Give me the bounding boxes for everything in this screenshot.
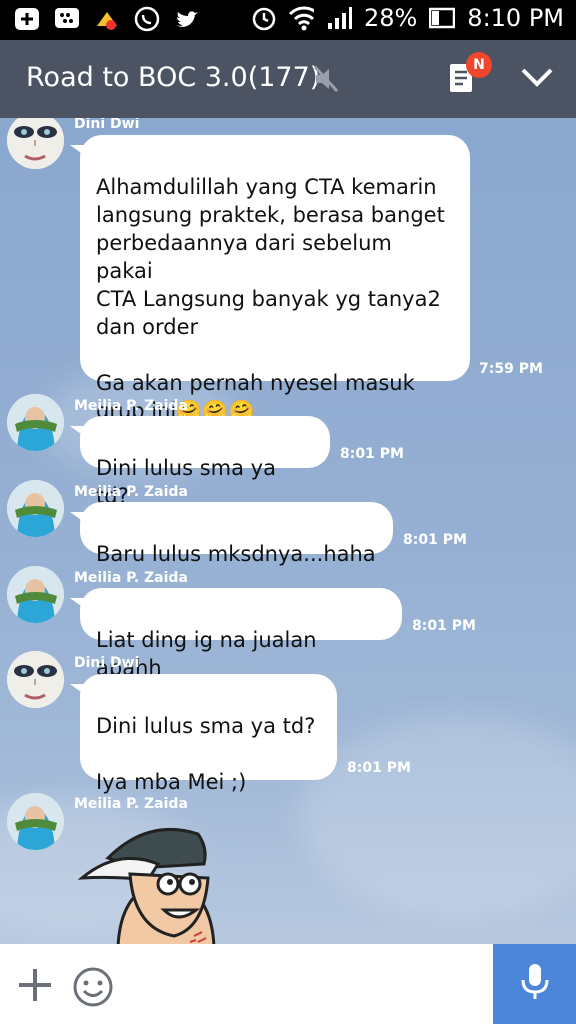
avatar-meilia-p-zaida[interactable] [7, 394, 64, 451]
avatar-meilia-p-zaida[interactable] [7, 566, 64, 623]
sender-name: Meilia P. Zaida [74, 398, 188, 414]
message-time: 8:01 PM [347, 760, 411, 776]
sender-name: Meilia P. Zaida [74, 796, 188, 812]
background-cloud [300, 718, 576, 918]
battery-percent: 28% [363, 4, 418, 32]
message-bubble[interactable]: Alhamdulillah yang CTA kemarin langsung … [70, 135, 470, 423]
status-notification-icons [14, 6, 200, 32]
battery-icon [429, 5, 456, 31]
avatar-meilia-p-zaida[interactable] [7, 793, 64, 850]
status-right: 28% 8:10 PM [250, 4, 564, 32]
cartoon-boy-cap-sticker[interactable] [77, 818, 238, 944]
sender-name: Meilia P. Zaida [74, 484, 188, 500]
message-time: 8:01 PM [403, 532, 467, 548]
message-text: Liat ding ig na jualan apahh [96, 628, 317, 680]
chevron-down-icon[interactable] [520, 66, 554, 92]
chat-title[interactable]: Road to BOC 3.0(177) [26, 62, 320, 93]
input-bar [0, 944, 576, 1024]
notification-badge: N [466, 52, 492, 78]
message-bubble[interactable]: Baru lulus mksdnya...haha [70, 502, 393, 566]
avatar-meilia-p-zaida[interactable] [7, 480, 64, 537]
message-time: 8:01 PM [412, 618, 476, 634]
alarm-icon [250, 5, 276, 31]
sender-name: Dini Dwi [74, 118, 140, 132]
plus-icon[interactable] [16, 966, 54, 1008]
message-bubble[interactable]: Liat ding ig na jualan apahh [70, 588, 402, 680]
sender-name: Meilia P. Zaida [74, 570, 188, 586]
chat-area[interactable]: Dini Dwi Alhamdulillah yang CTA kemarin … [0, 118, 576, 944]
add-icon [14, 6, 40, 32]
game-notify-icon [94, 6, 120, 32]
avatar-dini-dwi[interactable] [7, 118, 64, 169]
message-text: Dini lulus sma ya td? Iya mba Mei ;) [96, 714, 316, 794]
avatar-dini-dwi[interactable] [7, 651, 64, 708]
whatsapp-icon [134, 6, 160, 32]
message-bubble[interactable]: Dini lulus sma ya td? [70, 416, 330, 508]
sender-name: Dini Dwi [74, 655, 140, 671]
chat-header: Road to BOC 3.0(177) N [0, 40, 576, 118]
emoji-icon[interactable] [72, 966, 114, 1012]
message-text: Baru lulus mksdnya...haha [96, 542, 376, 566]
wifi-icon [288, 5, 314, 31]
message-time: 7:59 PM [479, 361, 543, 377]
mute-icon [312, 64, 340, 98]
message-time: 8:01 PM [340, 446, 404, 462]
status-bar: 28% 8:10 PM [0, 0, 576, 40]
twitter-icon [174, 6, 200, 32]
message-text: Alhamdulillah yang CTA kemarin langsung … [96, 175, 445, 423]
message-bubble[interactable]: Dini lulus sma ya td? Iya mba Mei ;) [70, 674, 337, 794]
signal-icon [326, 5, 352, 31]
microphone-icon [519, 962, 551, 1006]
bbm-icon [54, 6, 80, 32]
message-text: Dini lulus sma ya td? [96, 456, 276, 508]
microphone-button[interactable] [493, 944, 576, 1024]
clock: 8:10 PM [467, 4, 564, 32]
